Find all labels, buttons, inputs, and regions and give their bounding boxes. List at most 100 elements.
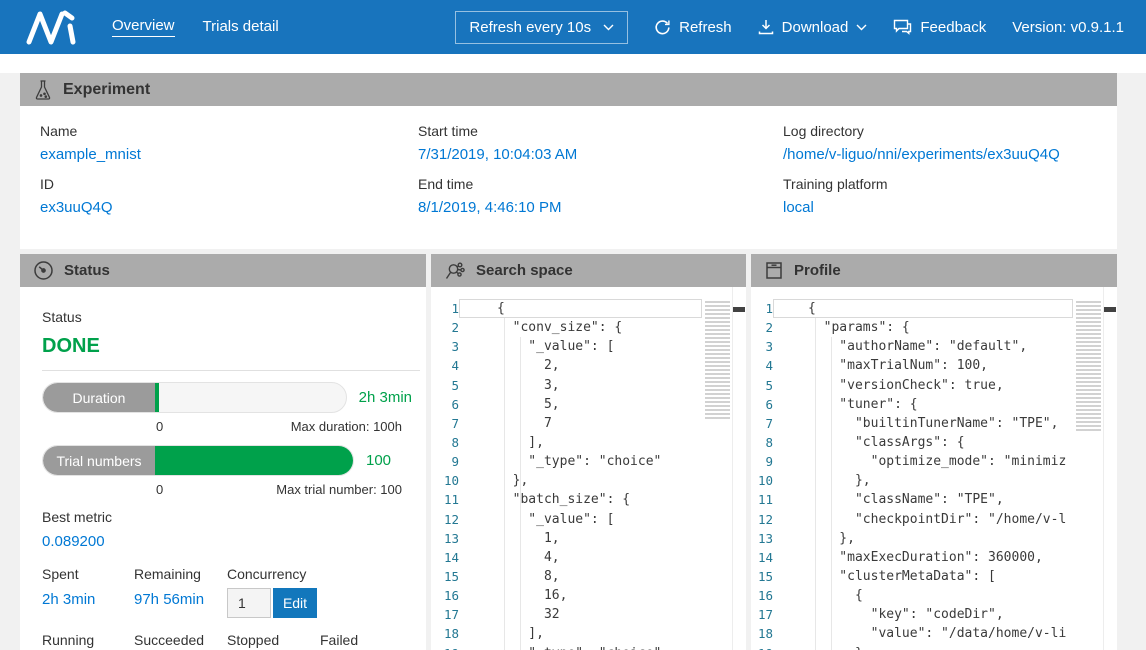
experiment-panel-title: Experiment [63, 81, 150, 99]
trial-numbers-value: 100 [366, 452, 391, 469]
download-icon [758, 19, 774, 35]
code-text: 4, [497, 550, 560, 565]
field-value: /home/v-liguo/nni/experiments/ex3uuQ4Q [783, 146, 1117, 163]
refresh-interval-dropdown[interactable]: Refresh every 10s [455, 11, 628, 44]
flask-icon [33, 79, 53, 101]
line-number: 8 [431, 435, 459, 450]
line-number: 10 [751, 473, 773, 488]
line-number: 4 [431, 358, 459, 373]
code-text: "_value": [ [497, 339, 614, 354]
editor-scrollbar-thumb[interactable] [1104, 307, 1116, 312]
experiment-field-end-time: End time 8/1/2019, 4:46:10 PM [418, 176, 783, 216]
code-text: "key": "codeDir", [808, 607, 1004, 622]
feedback-icon [893, 19, 912, 35]
trial-numbers-fill [155, 446, 353, 475]
line-number: 18 [751, 626, 773, 641]
top-gap [0, 54, 1146, 73]
code-text: 16, [497, 588, 567, 603]
line-number: 14 [751, 550, 773, 565]
code-line: 13 1, [431, 529, 746, 548]
status-panel-header: Status [20, 254, 426, 287]
editor-scrollbar[interactable] [1103, 287, 1117, 650]
count-running: Running 0 [42, 632, 134, 650]
search-space-code-editor[interactable]: 1 { 2 "conv_size": { 3 "_value": [ [431, 287, 746, 650]
status-value: DONE [42, 335, 412, 358]
line-number: 2 [751, 320, 773, 335]
code-text: "maxExecDuration": 360000, [808, 550, 1043, 565]
stat-value: 2h 3min [42, 591, 134, 608]
experiment-field-name: Name example_mnist [40, 123, 418, 163]
field-label: Start time [418, 123, 783, 139]
trial-numbers-min: 0 [156, 482, 163, 497]
minimap[interactable] [705, 301, 730, 419]
experiment-panel-body: Name example_mnist ID ex3uuQ4Q Start tim… [20, 106, 1117, 249]
code-text: "className": "TPE", [808, 492, 1004, 507]
line-number: 16 [431, 588, 459, 603]
editor-scrollbar[interactable] [732, 287, 746, 650]
code-line: 1 { [431, 299, 746, 318]
code-text: "tuner": { [808, 397, 918, 412]
feedback-button[interactable]: Feedback [893, 19, 986, 36]
line-number: 3 [751, 339, 773, 354]
refresh-button[interactable]: Refresh [654, 19, 732, 36]
line-number: 11 [431, 492, 459, 507]
download-button[interactable]: Download [758, 19, 868, 36]
code-text: "_type": "choice" [497, 646, 661, 650]
duration-value: 2h 3min [359, 389, 412, 406]
indent-guide [504, 318, 505, 650]
tab-overview[interactable]: Overview [112, 17, 175, 37]
concurrency-edit-button[interactable]: Edit [273, 588, 317, 618]
line-number: 5 [751, 378, 773, 393]
line-number: 16 [751, 588, 773, 603]
profile-panel-header: Profile [751, 254, 1117, 287]
minimap[interactable] [1076, 301, 1101, 431]
field-value: example_mnist [40, 146, 418, 163]
line-number: 7 [431, 416, 459, 431]
best-metric: Best metric 0.089200 [42, 509, 412, 550]
stat-value: 97h 56min [134, 591, 227, 608]
code-text: "batch_size": { [497, 492, 630, 507]
search-space-panel-title: Search space [476, 262, 573, 279]
line-number: 18 [431, 626, 459, 641]
profile-code-editor[interactable]: 1 { 2 "params": { 3 "authorName": "defau… [751, 287, 1117, 650]
code-line: 13 }, [751, 529, 1117, 548]
refresh-icon [654, 19, 671, 36]
code-line: 4 "maxTrialNum": 100, [751, 356, 1117, 375]
tab-trials-detail[interactable]: Trials detail [203, 18, 279, 37]
count-stopped: Stopped 0 [227, 632, 320, 650]
stat-remaining: Remaining 97h 56min [134, 566, 227, 618]
code-line: 19 "_type": "choice" [431, 644, 746, 650]
count-failed: Failed 0 [320, 632, 412, 650]
editor-scrollbar-thumb[interactable] [733, 307, 745, 312]
best-metric-label: Best metric [42, 509, 412, 525]
nav-tabs: Overview Trials detail [112, 17, 279, 37]
field-value: ex3uuQ4Q [40, 199, 418, 216]
experiment-field-log-directory: Log directory /home/v-liguo/nni/experime… [783, 123, 1117, 163]
page-content: Experiment Name example_mnist ID ex3uuQ4… [20, 73, 1117, 650]
code-line: 6 5, [431, 395, 746, 414]
profile-panel-title: Profile [794, 262, 841, 279]
indent-guide [815, 318, 816, 650]
stat-spent: Spent 2h 3min [42, 566, 134, 618]
code-line: 14 "maxExecDuration": 360000, [751, 548, 1117, 567]
trial-numbers-bar: Trial numbers 100 0 Max trial number: 10… [42, 445, 412, 497]
chevron-down-icon [856, 24, 867, 31]
count-label: Running [42, 632, 134, 648]
status-label: Status [42, 309, 412, 325]
concurrency-input[interactable] [227, 588, 271, 618]
version-label: Version: v0.9.1.1 [1012, 19, 1124, 36]
indent-guide [831, 337, 832, 650]
profile-panel: Profile 1 { 2 "params": { [751, 254, 1117, 650]
line-number: 17 [751, 607, 773, 622]
refresh-label: Refresh [679, 19, 732, 36]
code-line: 11 "batch_size": { [431, 490, 746, 509]
download-label: Download [782, 19, 849, 36]
duration-progressbar: Duration [42, 382, 347, 413]
duration-bar: Duration 2h 3min 0 Max duration: 100h [42, 382, 412, 434]
code-text: "value": "/data/home/v-li [808, 626, 1066, 641]
archive-box-icon [764, 260, 784, 281]
line-number: 5 [431, 378, 459, 393]
field-label: Name [40, 123, 418, 139]
trial-numbers-max: Max trial number: 100 [276, 482, 402, 497]
experiment-panel: Experiment Name example_mnist ID ex3uuQ4… [20, 73, 1117, 249]
